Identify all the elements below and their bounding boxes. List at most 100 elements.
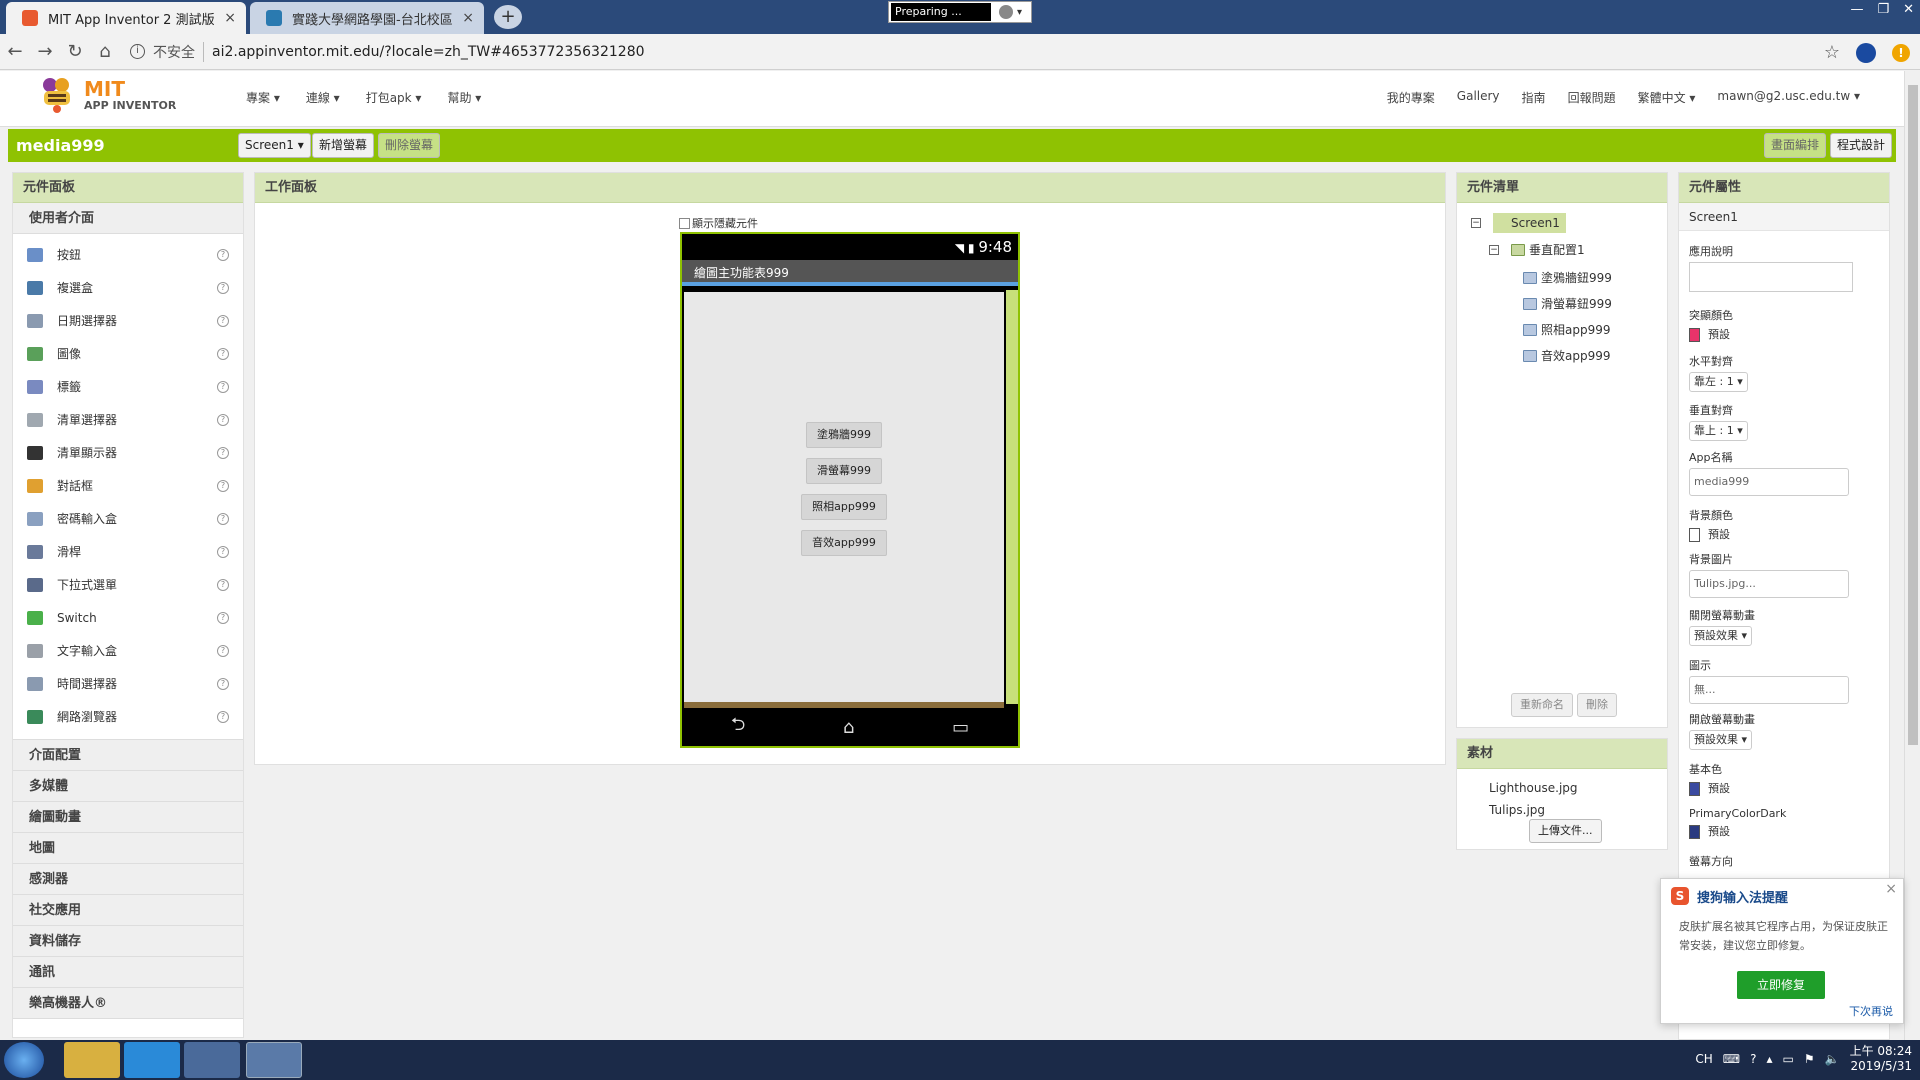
show-hidden-icons-icon[interactable]: ▴ bbox=[1767, 1052, 1773, 1066]
icon-input[interactable]: 無... bbox=[1689, 676, 1849, 704]
palette-category[interactable]: 介面配置 bbox=[13, 740, 243, 771]
tree-label[interactable]: 滑螢幕鈕999 bbox=[1541, 295, 1612, 312]
help-icon[interactable]: ? bbox=[217, 281, 229, 294]
profile-avatar-icon[interactable] bbox=[1856, 42, 1876, 63]
blocks-button[interactable]: 程式設計 bbox=[1830, 133, 1893, 158]
media-file[interactable]: Lighthouse.jpg bbox=[1457, 777, 1667, 799]
menu-project[interactable]: 專案 ▾ bbox=[246, 89, 280, 106]
tree-label[interactable]: 照相app999 bbox=[1541, 321, 1611, 338]
network-icon[interactable]: ▭ bbox=[1783, 1052, 1794, 1066]
menu-my-projects[interactable]: 我的專案 bbox=[1387, 89, 1435, 106]
palette-category[interactable]: 資料儲存 bbox=[13, 926, 243, 957]
palette-item[interactable]: 日期選擇器? bbox=[13, 304, 243, 337]
help-icon[interactable]: ? bbox=[217, 413, 229, 426]
help-icon[interactable]: ? bbox=[217, 677, 229, 690]
url-text[interactable]: ai2.appinventor.mit.edu/?locale=zh_TW#46… bbox=[212, 44, 645, 60]
palette-category[interactable]: 通訊 bbox=[13, 957, 243, 988]
palette-category-user-interface[interactable]: 使用者介面 bbox=[13, 203, 243, 234]
delete-button[interactable]: 刪除 bbox=[1577, 693, 1617, 717]
palette-item[interactable]: 滑桿? bbox=[13, 535, 243, 568]
palette-item[interactable]: 複選盒? bbox=[13, 271, 243, 304]
menu-account[interactable]: mawn@g2.usc.edu.tw ▾ bbox=[1717, 89, 1860, 106]
palette-category[interactable]: 樂高機器人® bbox=[13, 988, 243, 1019]
chrome-icon[interactable] bbox=[184, 1042, 240, 1078]
tree-label[interactable]: 音效app999 bbox=[1541, 347, 1611, 364]
background-color-value[interactable]: 預設 bbox=[1708, 528, 1730, 541]
palette-category[interactable]: 感測器 bbox=[13, 864, 243, 895]
tab-usc-elearning[interactable]: 實踐大學網路學園-台北校區 × bbox=[250, 2, 484, 34]
help-icon[interactable]: ? bbox=[217, 479, 229, 492]
help-icon[interactable]: ? bbox=[217, 545, 229, 558]
tree-label[interactable]: Screen1 bbox=[1493, 213, 1566, 233]
palette-item[interactable]: 圖像? bbox=[13, 337, 243, 370]
tree-node-child[interactable]: 照相app999 bbox=[1523, 321, 1611, 338]
palette-category[interactable]: 地圖 bbox=[13, 833, 243, 864]
close-animation-select[interactable]: 預設效果 ▾ bbox=[1689, 626, 1753, 646]
upload-file-button[interactable]: 上傳文件... bbox=[1529, 819, 1602, 843]
about-screen-textarea[interactable] bbox=[1689, 262, 1853, 292]
input-language[interactable]: CH bbox=[1695, 1052, 1712, 1066]
primary-color-swatch[interactable] bbox=[1689, 782, 1700, 796]
update-alert-icon[interactable]: ! bbox=[1892, 43, 1910, 62]
help-icon[interactable]: ? bbox=[217, 446, 229, 459]
home-icon[interactable]: ⌂ bbox=[90, 41, 120, 62]
help-icon[interactable]: ? bbox=[217, 611, 229, 624]
menu-language[interactable]: 繁體中文 ▾ bbox=[1638, 89, 1696, 106]
action-center-flag-icon[interactable]: ⚑ bbox=[1804, 1052, 1815, 1066]
primary-color-value[interactable]: 預設 bbox=[1708, 782, 1730, 795]
background-color-swatch[interactable] bbox=[1689, 528, 1700, 542]
help-icon[interactable]: ? bbox=[1750, 1052, 1756, 1066]
windows-start-icon[interactable] bbox=[4, 1042, 44, 1078]
keyboard-icon[interactable]: ⌨ bbox=[1723, 1052, 1740, 1066]
close-window-icon[interactable]: ✕ bbox=[1903, 2, 1914, 17]
rename-button[interactable]: 重新命名 bbox=[1511, 693, 1573, 717]
info-icon[interactable]: i bbox=[130, 44, 145, 59]
reload-icon[interactable]: ↻ bbox=[60, 41, 90, 62]
new-tab-button[interactable]: + bbox=[494, 5, 522, 29]
accent-color-swatch[interactable] bbox=[1689, 328, 1700, 342]
tree-node-child[interactable]: 滑螢幕鈕999 bbox=[1523, 295, 1612, 312]
screen-select[interactable]: Screen1 ▾ bbox=[238, 133, 311, 158]
tree-node-child[interactable]: 塗鴉牆鈕999 bbox=[1523, 269, 1612, 286]
palette-category[interactable]: 多媒體 bbox=[13, 771, 243, 802]
help-icon[interactable]: ? bbox=[217, 347, 229, 360]
image-viewer-icon[interactable] bbox=[246, 1042, 302, 1078]
help-icon[interactable]: ? bbox=[217, 512, 229, 525]
menu-help[interactable]: 幫助 ▾ bbox=[447, 89, 481, 106]
palette-item[interactable]: 按鈕? bbox=[13, 238, 243, 271]
clock[interactable]: 上午 08:24 2019/5/31 bbox=[1850, 1044, 1912, 1074]
bookmark-star-icon[interactable]: ☆ bbox=[1824, 42, 1840, 63]
accent-color-value[interactable]: 預設 bbox=[1708, 328, 1730, 341]
palette-item[interactable]: 清單顯示器? bbox=[13, 436, 243, 469]
align-horizontal-select[interactable]: 靠左 : 1 ▾ bbox=[1689, 372, 1748, 392]
palette-item[interactable]: 時間選擇器? bbox=[13, 667, 243, 700]
tab-close-icon[interactable]: × bbox=[462, 10, 474, 26]
menu-connect[interactable]: 連線 ▾ bbox=[306, 89, 340, 106]
align-vertical-select[interactable]: 靠上 : 1 ▾ bbox=[1689, 421, 1748, 441]
help-icon[interactable]: ? bbox=[217, 314, 229, 327]
internet-explorer-icon[interactable] bbox=[124, 1042, 180, 1078]
collapse-toggle-icon[interactable]: − bbox=[1471, 218, 1481, 228]
background-image-input[interactable]: Tulips.jpg... bbox=[1689, 570, 1849, 598]
remove-screen-button[interactable]: 刪除螢幕 bbox=[378, 133, 441, 158]
help-icon[interactable]: ? bbox=[217, 248, 229, 261]
palette-item[interactable]: 網路瀏覽器? bbox=[13, 700, 243, 733]
show-hidden-components-checkbox[interactable]: 顯示隱藏元件 bbox=[679, 215, 758, 231]
media-file[interactable]: Tulips.jpg bbox=[1457, 799, 1667, 821]
help-icon[interactable]: ? bbox=[217, 644, 229, 657]
sogou-close-icon[interactable]: × bbox=[1885, 881, 1897, 897]
restore-icon[interactable]: ❐ bbox=[1877, 2, 1889, 17]
url-field[interactable]: i 不安全 ai2.appinventor.mit.edu/?locale=zh… bbox=[130, 41, 645, 62]
caret-down-icon[interactable]: ▾ bbox=[1017, 7, 1022, 18]
preview-button-slide[interactable]: 滑螢幕999 bbox=[806, 458, 882, 484]
tree-node-screen1[interactable]: − Screen1 bbox=[1471, 213, 1566, 233]
menu-guide[interactable]: 指南 bbox=[1522, 89, 1546, 106]
primary-dark-color-swatch[interactable] bbox=[1689, 825, 1700, 839]
palette-item[interactable]: Switch? bbox=[13, 601, 243, 634]
palette-item[interactable]: 清單選擇器? bbox=[13, 403, 243, 436]
palette-item[interactable]: 文字輸入盒? bbox=[13, 634, 243, 667]
palette-category[interactable]: 繪圖動畫 bbox=[13, 802, 243, 833]
palette-item[interactable]: 標籤? bbox=[13, 370, 243, 403]
primary-dark-color-value[interactable]: 預設 bbox=[1708, 825, 1730, 838]
open-animation-select[interactable]: 預設效果 ▾ bbox=[1689, 730, 1753, 750]
